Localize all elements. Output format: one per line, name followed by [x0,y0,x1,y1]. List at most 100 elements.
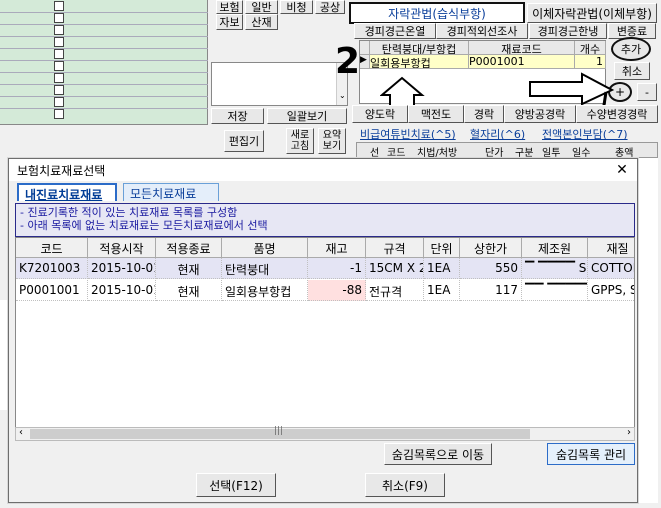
col-header-maker[interactable]: 제조원 [522,238,588,258]
table-row-end[interactable]: 현재 [156,280,222,301]
tab-pulse-conduction[interactable]: 맥전도 [408,105,464,123]
manage-hidden-button[interactable]: 숨김목록 관리 [547,443,635,465]
table-row-spec[interactable]: 15CM X 2 [366,258,424,279]
scroll-right-icon[interactable]: › [627,427,631,438]
table-row-stock[interactable]: -88 [308,280,366,301]
tab-change-meridian[interactable]: 수양변경경락 [576,105,658,123]
auto-insurance-button[interactable]: 자보 [216,14,243,30]
col-header-end[interactable]: 적용종료 [156,238,222,258]
col-header-total: 총액 [615,148,634,159]
col-header-days: 일수 [572,148,591,159]
tab-yangdorak[interactable]: 양도락 [352,105,408,123]
scroll-left-icon[interactable]: ‹ [19,427,23,438]
col-header-start[interactable]: 적용시작 [88,238,156,258]
table-row-unit[interactable]: 1EA [424,258,460,279]
minus-button[interactable]: - [637,83,657,101]
row-checkbox[interactable] [54,73,64,83]
col-header-material[interactable]: 재질 [588,238,634,258]
table-row-start[interactable]: 2015-10-01 [88,258,156,279]
insurance-button[interactable]: 보험 [216,0,243,14]
grip-icon: ||| [274,426,284,436]
industrial-accident-button[interactable]: 산재 [245,14,278,30]
col-header-stock[interactable]: 재고 [308,238,366,258]
row-checkbox[interactable] [54,85,64,95]
row-checkbox[interactable] [54,109,64,119]
subtab-cold[interactable]: 경피경근한냉 [529,23,607,39]
info-line: - 아래 목록에 없는 치료재료는 모든치료재료에서 선택 [20,219,268,232]
table-row-end[interactable]: 현재 [156,258,222,279]
table-row-code[interactable]: K7201003 [16,258,88,279]
left-panel-edge [0,300,8,410]
row-checkbox[interactable] [54,97,64,107]
material-grid-header: 재료코드 [469,41,575,55]
close-icon[interactable]: ✕ [613,161,631,179]
summary-view-button[interactable]: 요약보기 [318,128,346,154]
save-button[interactable]: 저장 [211,108,264,124]
row-pointer-icon: ▶ [360,55,370,69]
chevron-down-icon[interactable]: ⌄ [339,91,346,100]
table-row-price[interactable]: 550 [460,258,522,279]
tab-all-materials[interactable]: 모든치료재료 [123,183,219,201]
public-duty-button[interactable]: 공상 [315,0,345,14]
annotation-number: 2 [335,41,361,82]
editor-button[interactable]: 편집기 [224,130,264,152]
table-row-material[interactable]: GPPS, SI [588,280,634,301]
row-checkbox[interactable] [54,1,64,11]
treatment-grid-header: 선 코드 치법/처방 단가 구분 일투 일수 총액 [356,142,658,159]
row-checkbox[interactable] [54,25,64,35]
tab-acupoint[interactable]: 혈자리(^6) [470,126,525,142]
subtab-thermal[interactable]: 경피경근온열 [354,23,436,39]
table-row-spec[interactable]: 전규격 [366,280,424,301]
col-header-price[interactable]: 상한가 [460,238,522,258]
col-header-name[interactable]: 품명 [222,238,308,258]
col-header-type: 구분 [515,148,534,159]
treatment-material-dialog: 보험치료재료선택 ✕ 내진료치료재료 모든치료재료 - 진료기록한 적이 있는 … [8,158,638,503]
tab-meridian[interactable]: 경락 [464,105,504,123]
memo-textarea[interactable] [211,62,348,106]
move-to-hidden-button[interactable]: 숨김목록으로 이동 [384,443,492,465]
select-button[interactable]: 선택(F12) [196,473,276,497]
table-row-maker[interactable]: ▔ ▔▔▔▔ SEC [522,258,588,279]
cancel-button[interactable]: 취소(F9) [365,473,445,497]
col-header-code[interactable]: 코드 [16,238,88,258]
table-row-price[interactable]: 117 [460,280,522,301]
col-header-price: 단가 [485,148,504,159]
batch-view-button[interactable]: 일괄보기 [267,108,347,124]
col-header-code: 코드 [387,148,406,159]
horizontal-scrollbar[interactable]: ‹ ||| › [15,426,635,441]
non-claim-button[interactable]: 비청 [280,0,313,14]
row-checkbox[interactable] [54,61,64,71]
table-row-maker[interactable]: ▔▔ ▔▔▔▔▔ [522,280,588,301]
wet-cupping-tab[interactable]: 자락관법(습식부항) [349,2,525,24]
material-grid-header: 탄력붕대/부항컵 [370,41,469,55]
col-header-spec[interactable]: 규격 [366,238,424,258]
row-checkbox[interactable] [54,13,64,23]
materials-table: 코드 적용시작 적용종료 품명 재고 규격 단위 상한가 제조원 재질 K720… [15,237,635,437]
row-checkbox[interactable] [54,37,64,47]
col-header-select: 선 [370,148,380,159]
col-header-prescription: 치법/처방 [417,148,458,159]
col-header-unit[interactable]: 단위 [424,238,460,258]
table-row-name[interactable]: 탄력붕대 [222,258,308,279]
table-row-stock[interactable]: -1 [308,258,366,279]
double-cupping-tab[interactable]: 이체자락관법(이체부항) [527,3,657,23]
patient-list-grid [0,0,208,125]
table-row-name[interactable]: 일회용부항컵 [222,280,308,301]
tab-non-covered[interactable]: 비급여튜빈치료(^5) [360,126,456,142]
table-row-material[interactable]: COTTON [588,258,634,279]
refresh-button[interactable]: 새로고침 [286,128,314,154]
table-row-code[interactable]: P0001001 [16,280,88,301]
row-checkbox[interactable] [54,49,64,59]
table-row-start[interactable]: 2015-10-01 [88,280,156,301]
tab-western-meridian[interactable]: 양방공경락 [504,105,576,123]
add-button[interactable]: 추가 [611,37,651,61]
col-header-daily: 일투 [542,148,561,159]
general-button[interactable]: 일반 [245,0,278,14]
tab-full-self-pay[interactable]: 전액본인부담(^7) [542,126,628,142]
subtab-infrared[interactable]: 경피적외선조사 [436,23,528,39]
table-row-unit[interactable]: 1EA [424,280,460,301]
info-notice: - 진료기록한 적이 있는 치료재료 목록를 구성함 - 아래 목록에 없는 치… [15,203,635,237]
info-line: - 진료기록한 적이 있는 치료재료 목록를 구성함 [20,206,238,219]
tab-my-materials[interactable]: 내진료치료재료 [17,183,117,202]
material-grid-header: 개수 [575,41,606,55]
